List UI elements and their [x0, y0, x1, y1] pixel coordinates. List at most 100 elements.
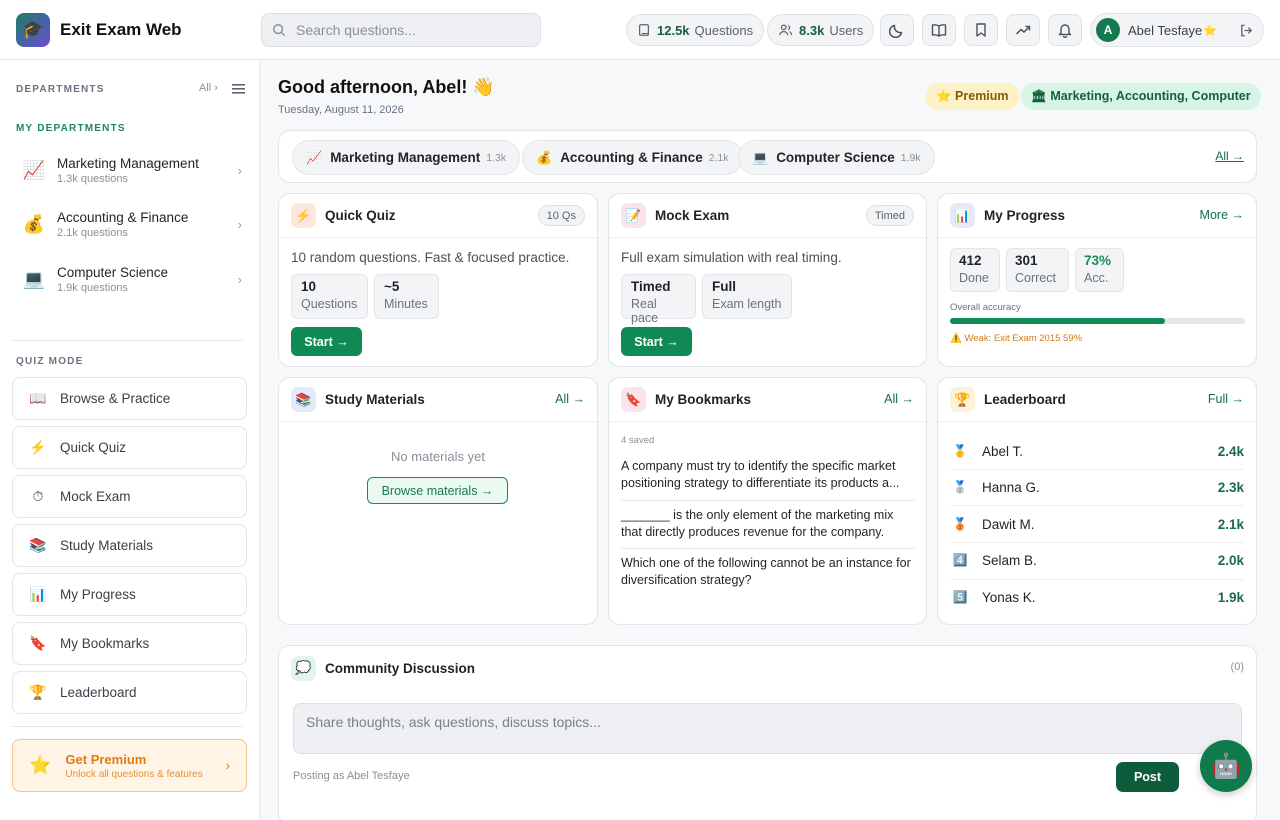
greeting: Good afternoon, Abel! 👋	[278, 77, 495, 97]
dept-count: 2.1k questions	[57, 226, 128, 239]
search-icon	[273, 24, 286, 37]
robot-icon[interactable]: 🤖	[1200, 740, 1252, 792]
all-link[interactable]: All →	[555, 392, 585, 406]
browse-materials-button[interactable]: Browse materials →	[367, 477, 508, 504]
users-count: 8.3k	[799, 22, 825, 38]
user-menu[interactable]: A Abel Tesfaye ⭐	[1090, 13, 1264, 47]
empty-state: No materials yet	[391, 449, 485, 464]
chip-count: 2.1k	[708, 151, 729, 164]
questions-count: 12.5k	[657, 22, 690, 38]
community-discussion-card: 💭 Community Discussion (0) Share thought…	[278, 645, 1257, 820]
search-input[interactable]: Search questions...	[261, 13, 541, 47]
player-name: Abel T.	[982, 443, 1024, 459]
post-button[interactable]: Post	[1116, 762, 1179, 792]
card-description: 10 random questions. Fast & focused prac…	[291, 250, 570, 265]
sidebar-item-my-progress[interactable]: 📊 My Progress	[12, 573, 247, 616]
more-link[interactable]: More →	[1200, 208, 1244, 222]
users-label: Users	[829, 22, 864, 38]
open-book-icon	[931, 24, 947, 37]
study-materials-card: 📚 Study Materials All → No materials yet…	[278, 377, 598, 625]
sidebar-item-label: Study Materials	[60, 538, 154, 553]
player-score: 2.4k	[1217, 443, 1244, 459]
leaderboard-row[interactable]: 5️⃣ Yonas K. 1.9k	[950, 579, 1244, 615]
bookmark-item[interactable]: _______ is the only element of the marke…	[621, 507, 915, 541]
star-icon: ⭐	[29, 755, 52, 775]
sidebar-item-mock-exam[interactable]: ⏱ Mock Exam	[12, 475, 247, 518]
premium-badge: ⭐ Premium	[925, 83, 1020, 110]
bookmark-icon	[976, 23, 986, 37]
all-link[interactable]: All →	[884, 392, 914, 406]
departments-badge: 🏛 Marketing, Accounting, Computer	[1021, 83, 1261, 110]
lightning-icon: ⚡	[291, 203, 316, 228]
dept-chip-computer-science[interactable]: 💻 Computer Science 1.9k	[738, 140, 935, 175]
card-title: Study Materials	[325, 392, 425, 407]
sidebar-item-leaderboard[interactable]: 🏆 Leaderboard	[12, 671, 247, 714]
bookmarks-button[interactable]	[964, 14, 998, 46]
departments-all-link[interactable]: All →	[1215, 149, 1244, 163]
comment-count: (0)	[1230, 661, 1244, 673]
leaderboard-row[interactable]: 🥈 Hanna G. 2.3k	[950, 469, 1244, 505]
discussion-input[interactable]: Share thoughts, ask questions, discuss t…	[293, 703, 1242, 754]
player-score: 2.1k	[1217, 516, 1244, 532]
dept-chip-accounting[interactable]: 💰 Accounting & Finance 2.1k	[522, 140, 743, 175]
mock-exam-card: 📝 Mock Exam Timed Full exam simulation w…	[608, 193, 927, 367]
start-quick-quiz-button[interactable]: Start →	[291, 327, 362, 356]
sidebar-item-study-materials[interactable]: 📚 Study Materials	[12, 524, 247, 567]
full-link[interactable]: Full →	[1208, 392, 1244, 406]
get-premium-button[interactable]: ⭐ Get Premium Unlock all questions & feat…	[12, 739, 247, 792]
dark-mode-button[interactable]	[880, 14, 914, 46]
bookmark-item[interactable]: A company must try to identify the speci…	[621, 458, 915, 492]
questions-stat-pill[interactable]: 12.5k Questions	[626, 14, 765, 46]
notifications-button[interactable]	[1048, 14, 1082, 46]
stat-value: Timed	[631, 279, 671, 294]
chip-label: Computer Science	[776, 150, 895, 165]
dept-name: Accounting & Finance	[57, 209, 189, 225]
stat-value: 412	[959, 253, 982, 268]
menu-icon[interactable]	[232, 83, 245, 95]
sidebar-dept-marketing[interactable]: 📈 Marketing Management 1.3k questions ›	[12, 146, 248, 194]
trophy-icon: 🏆	[950, 387, 975, 412]
chip-label: Marketing Management	[330, 150, 481, 165]
sidebar-item-browse-practice[interactable]: 📖 Browse & Practice	[12, 377, 247, 420]
progress-button[interactable]	[1006, 14, 1040, 46]
leaderboard-row[interactable]: 🥉 Dawit M. 2.1k	[950, 506, 1244, 542]
sidebar-item-label: My Bookmarks	[60, 636, 150, 651]
stat-value: 10	[301, 279, 317, 294]
logout-icon[interactable]	[1239, 23, 1254, 38]
leaderboard-row[interactable]: 🥇 Abel T. 2.4k	[950, 433, 1244, 469]
timed-tag: Timed	[865, 205, 914, 226]
users-stat-pill[interactable]: 8.3k Users	[767, 14, 875, 46]
stat-label: Minutes	[384, 297, 428, 311]
start-mock-exam-button[interactable]: Start →	[621, 327, 692, 356]
premium-title: Get Premium	[65, 751, 147, 767]
sidebar-item-label: My Progress	[60, 587, 136, 602]
money-bag-icon: 💰	[536, 149, 553, 165]
accuracy-progress-fill	[950, 318, 1166, 324]
silver-medal-icon: 🥈	[952, 480, 968, 494]
bookmark-item[interactable]: Which one of the following cannot be an …	[621, 555, 915, 589]
app-title[interactable]: Exit Exam Web	[60, 20, 182, 40]
quick-quiz-card: ⚡ Quick Quiz 10 Qs 10 random questions. …	[278, 193, 598, 367]
dept-chip-marketing[interactable]: 📈 Marketing Management 1.3k	[292, 140, 521, 175]
graduation-cap-icon[interactable]: 🎓	[16, 12, 50, 47]
date: Tuesday, August 11, 2026	[278, 104, 404, 116]
player-score: 2.0k	[1217, 552, 1244, 568]
sidebar-item-my-bookmarks[interactable]: 🔖 My Bookmarks	[12, 622, 247, 665]
accuracy-label: Overall accuracy	[950, 302, 1021, 313]
stat-value: 73%	[1084, 253, 1112, 268]
my-bookmarks-card: 🔖 My Bookmarks All → 4 saved A company m…	[608, 377, 927, 625]
study-button[interactable]	[922, 14, 956, 46]
avatar: A	[1096, 18, 1120, 42]
stat-full: Full Exam length	[702, 274, 792, 319]
leaderboard-row[interactable]: 4️⃣ Selam B. 2.0k	[950, 542, 1244, 578]
departments-all-link[interactable]: All ›	[199, 82, 218, 94]
my-progress-card: 📊 My Progress More → 412 Done 301 Correct …	[937, 193, 1257, 367]
stat-questions: 10 Questions	[291, 274, 368, 319]
divider	[621, 500, 915, 501]
questions-label: Questions	[694, 22, 754, 38]
stopwatch-icon: ⏱	[32, 488, 44, 504]
sidebar-dept-computer-science[interactable]: 💻 Computer Science 1.9k questions ›	[12, 255, 248, 303]
sidebar-dept-accounting[interactable]: 💰 Accounting & Finance 2.1k questions ›	[12, 200, 248, 248]
player-score: 1.9k	[1217, 589, 1244, 605]
sidebar-item-quick-quiz[interactable]: ⚡ Quick Quiz	[12, 426, 247, 469]
